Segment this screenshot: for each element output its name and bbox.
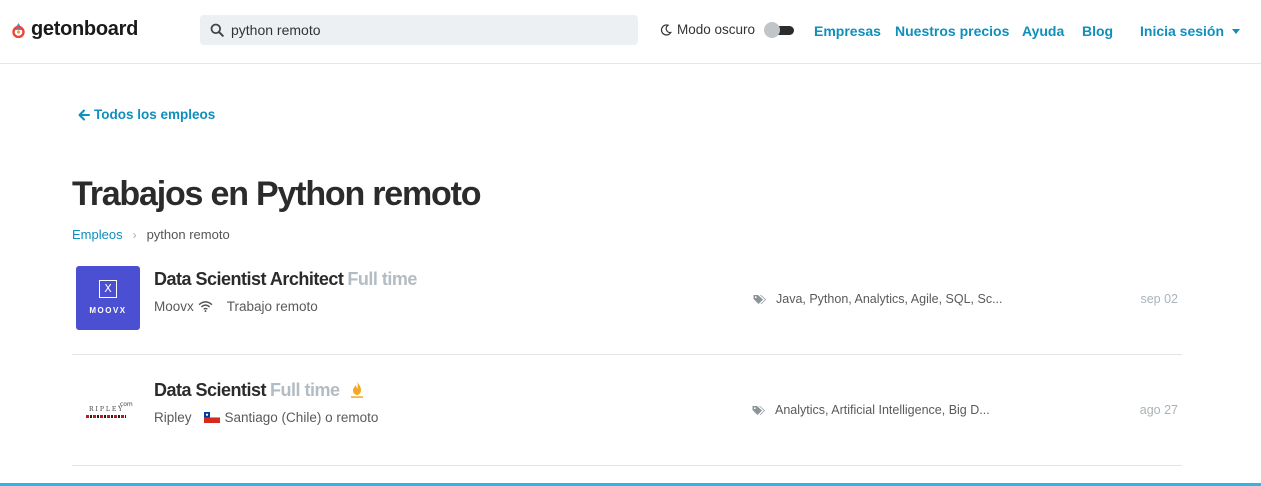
- job-row[interactable]: .com RIPLEY Data Scientist Full time Ripl…: [72, 355, 1182, 465]
- job-title-line: Data Scientist Architect Full time: [154, 269, 417, 290]
- chile-flag-icon: [203, 412, 220, 423]
- job-tags-text: Analytics, Artificial Intelligence, Big …: [775, 403, 990, 417]
- breadcrumb: Empleos › python remoto: [72, 227, 230, 242]
- ripley-logo-text: RIPLEY: [89, 406, 125, 413]
- job-tags-text: Java, Python, Analytics, Agile, SQL, Sc.…: [776, 292, 1003, 306]
- job-row[interactable]: X MOOVX Data Scientist Architect Full tim…: [72, 244, 1182, 354]
- row-divider: [72, 465, 1182, 466]
- login-label: Inicia sesión: [1140, 23, 1225, 39]
- job-date: ago 27: [1139, 403, 1178, 417]
- job-location: Trabajo remoto: [226, 299, 318, 314]
- hot-flame-icon: [351, 381, 364, 398]
- breadcrumb-root-link[interactable]: Empleos: [72, 227, 123, 242]
- back-link-label: Todos los empleos: [94, 107, 216, 122]
- search-box[interactable]: [200, 15, 638, 45]
- company-name[interactable]: Ripley: [154, 410, 192, 425]
- breadcrumb-current: python remoto: [146, 227, 230, 242]
- job-tags: Java, Python, Analytics, Agile, SQL, Sc.…: [753, 292, 1003, 306]
- tags-icon: [752, 405, 765, 415]
- caret-down-icon: [1232, 29, 1241, 34]
- job-type: Full time: [270, 380, 340, 400]
- page-title: Trabajos en Python remoto: [72, 175, 482, 213]
- back-to-all-jobs-link[interactable]: Todos los empleos: [78, 107, 215, 122]
- job-date: sep 02: [1140, 292, 1178, 306]
- moovx-logo-text: MOOVX: [89, 306, 127, 315]
- job-meta: Ripley Santiago (Chile) o remoto: [154, 410, 378, 425]
- moon-icon: [660, 23, 672, 36]
- job-title-line: Data Scientist Full time: [154, 380, 364, 401]
- toggle-knob: [764, 21, 781, 38]
- arrow-left-icon: [78, 109, 90, 120]
- job-location: Santiago (Chile) o remoto: [224, 410, 379, 425]
- job-tags: Analytics, Artificial Intelligence, Big …: [752, 403, 990, 417]
- search-icon: [210, 23, 224, 37]
- brand-logo[interactable]: getonboard: [11, 18, 138, 41]
- tags-icon: [753, 294, 766, 304]
- dark-mode-control: Modo oscuro: [660, 21, 795, 38]
- job-title[interactable]: Data Scientist Architect: [154, 269, 344, 289]
- brand-name: getonboard: [31, 18, 138, 40]
- company-logo-ripley: .com RIPLEY: [76, 377, 140, 441]
- nav-ayuda[interactable]: Ayuda: [1022, 23, 1064, 39]
- ripley-logo-stripe: [86, 415, 126, 418]
- dark-mode-label: Modo oscuro: [677, 22, 756, 37]
- company-logo-moovx: X MOOVX: [76, 266, 140, 330]
- breadcrumb-separator: ›: [132, 227, 137, 242]
- login-menu[interactable]: Inicia sesión: [1140, 23, 1241, 39]
- job-type: Full time: [347, 269, 417, 289]
- moovx-logo-box: X: [99, 280, 117, 298]
- company-name[interactable]: Moovx: [154, 299, 194, 314]
- search-input[interactable]: [231, 22, 611, 38]
- job-title[interactable]: Data Scientist: [154, 380, 267, 400]
- wifi-icon: [198, 301, 213, 312]
- job-meta: Moovx Trabajo remoto: [154, 299, 318, 314]
- nav-nuestros-precios[interactable]: Nuestros precios: [895, 23, 1009, 39]
- top-header: getonboard Modo oscuro Empresas Nuestros…: [0, 0, 1261, 64]
- getonboard-logo-icon: [12, 23, 25, 38]
- nav-empresas[interactable]: Empresas: [814, 23, 881, 39]
- dark-mode-toggle[interactable]: [764, 21, 795, 38]
- nav-blog[interactable]: Blog: [1082, 23, 1113, 39]
- moovx-logo-mark: X: [104, 282, 112, 295]
